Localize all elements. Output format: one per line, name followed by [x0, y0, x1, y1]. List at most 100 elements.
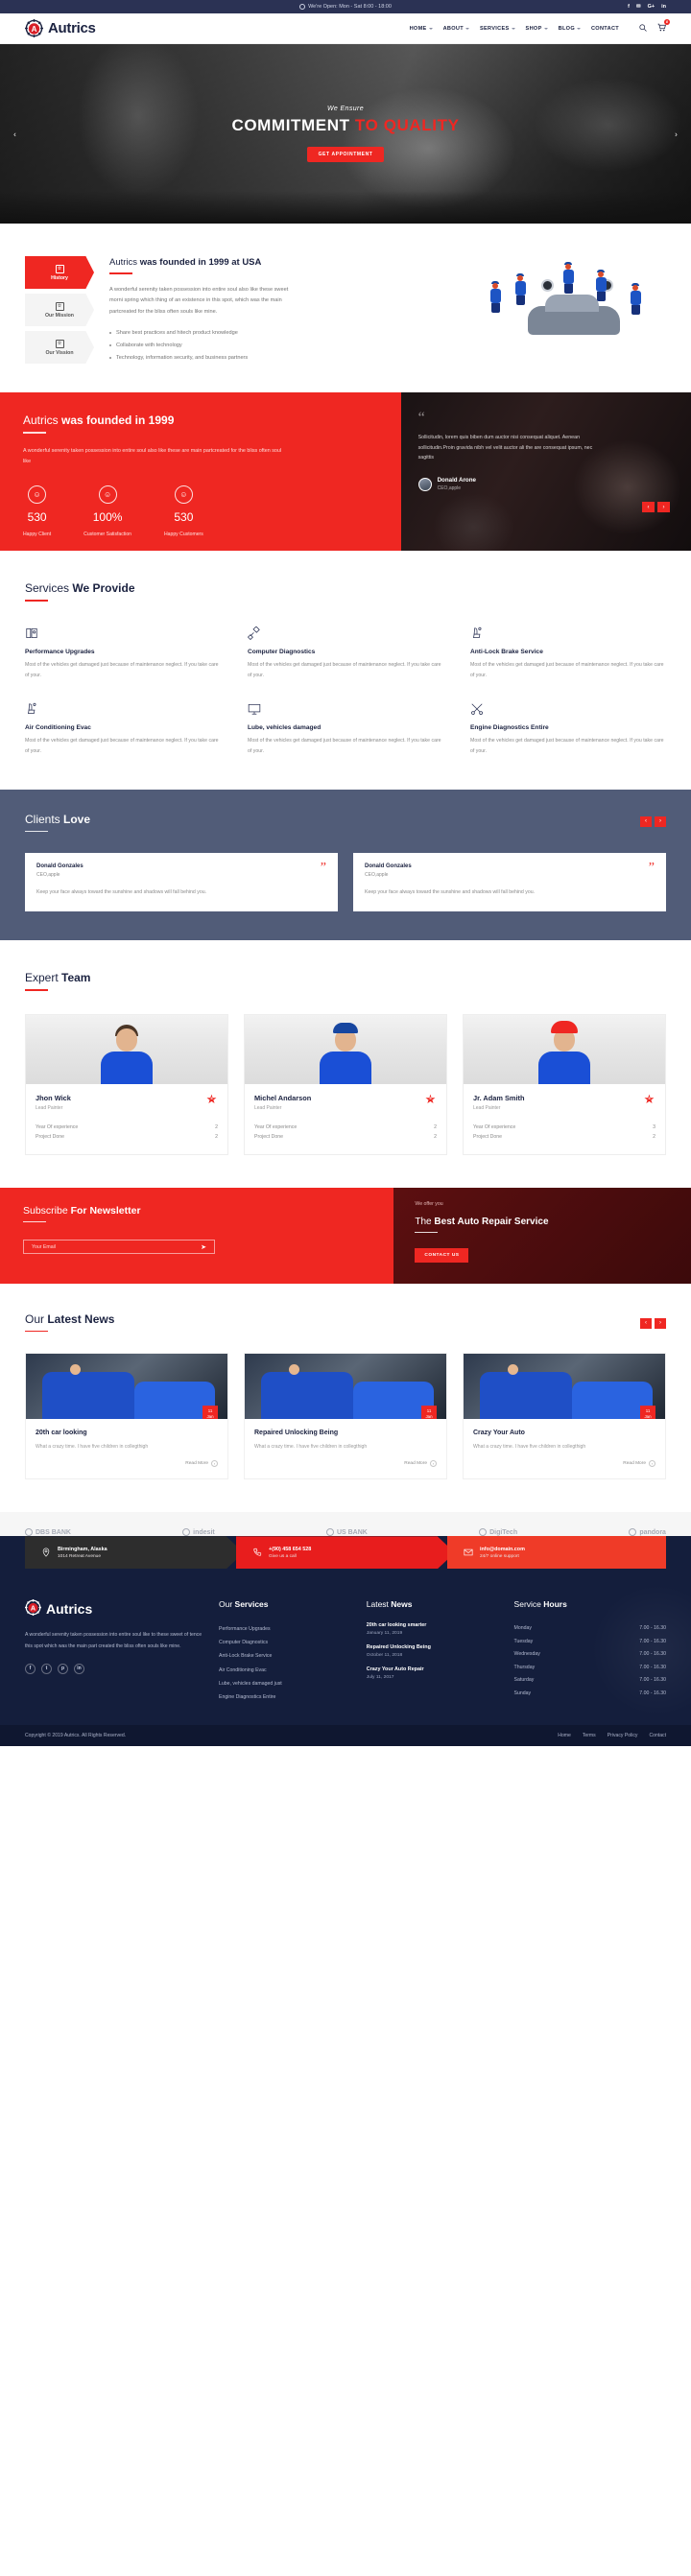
nav-item-about[interactable]: ABOUT: [443, 26, 469, 32]
news-badge-month: Jan: [644, 1413, 652, 1419]
about-tab-history[interactable]: History: [25, 256, 94, 289]
nav-item-home[interactable]: HOME: [410, 26, 433, 32]
nav-item-shop[interactable]: SHOP: [526, 26, 548, 32]
contact-phone-label: Give us a call: [269, 1553, 297, 1559]
nav-label: SERVICES: [479, 25, 510, 32]
footer-news-item[interactable]: Repaired Unlocking Being October 11, 201…: [367, 1644, 499, 1658]
testimonial-panel: “ Sollicitudin, lorem quis biben dum auc…: [400, 392, 691, 552]
offer-rule: [415, 1231, 439, 1234]
contact-us-button[interactable]: CONTACT US: [415, 1248, 469, 1264]
facebook-icon[interactable]: f: [628, 4, 630, 10]
footer-service-link[interactable]: Lube, vehicles damaged just: [219, 1677, 351, 1690]
contact-phone[interactable]: +(90) 458 654 528 Give us a call: [236, 1536, 455, 1570]
chevron-down-icon: [428, 27, 433, 30]
search-icon[interactable]: [639, 23, 647, 35]
nav-item-contact[interactable]: CONTACT: [591, 26, 619, 32]
services-grid: Performance Upgrades Most of the vehicle…: [25, 626, 666, 757]
footer-hours-time: 7.00 - 16.30: [639, 1677, 666, 1684]
hero-prev-arrow[interactable]: ‹: [10, 129, 20, 139]
clients-prev-button[interactable]: ‹: [640, 815, 652, 827]
twitter-icon[interactable]: t: [41, 1663, 52, 1674]
arrow-right-icon: ›: [211, 1460, 218, 1468]
news-read-more-link[interactable]: Read More ›: [254, 1460, 437, 1468]
service-card-air-conditioning-evac[interactable]: Air Conditioning Evac Most of the vehicl…: [25, 702, 221, 757]
footer-news-heading: Latest News: [367, 1599, 499, 1609]
stat-value: 530: [27, 509, 47, 524]
news-read-more-link[interactable]: Read More ›: [36, 1460, 218, 1468]
send-icon[interactable]: ➤: [201, 1243, 206, 1251]
news-thumbnail: 11 Jan: [245, 1354, 446, 1420]
news-card[interactable]: 11 Jan Repaired Unlocking Being What a c…: [244, 1353, 447, 1480]
about-bullet: Technology, information security, and bu…: [109, 352, 292, 365]
service-card-computer-diagnostics[interactable]: Computer Diagnostics Most of the vehicle…: [247, 626, 443, 681]
footer-service-link[interactable]: Engine Diagnostics Entire: [219, 1690, 351, 1704]
service-card-engine-diagnostics-entire[interactable]: Engine Diagnostics Entire Most of the ve…: [470, 702, 666, 757]
hero-next-arrow[interactable]: ›: [671, 129, 681, 139]
mechanic-figure: [628, 283, 643, 315]
nav-item-blog[interactable]: BLOG: [559, 26, 581, 32]
footer-link-home[interactable]: Home: [558, 1733, 571, 1738]
news-card[interactable]: 11 Jan Crazy Your Auto What a crazy time…: [463, 1353, 666, 1480]
cart-icon[interactable]: 0: [657, 18, 670, 35]
google-plus-icon[interactable]: G+: [648, 4, 655, 10]
contact-email[interactable]: info@domain.com 24/7 online support: [447, 1536, 666, 1570]
nav-item-services[interactable]: SERVICES: [480, 26, 515, 32]
testimonial-next-button[interactable]: ›: [657, 502, 670, 513]
clients-heading-light: Clients: [25, 812, 64, 826]
newsletter-panel: Subscribe For Newsletter ➤: [0, 1187, 394, 1284]
facebook-icon[interactable]: f: [25, 1663, 36, 1674]
clients-next-button[interactable]: ›: [655, 815, 666, 827]
footer-news-item[interactable]: Crazy Your Auto Repair July 11, 2017: [367, 1666, 499, 1680]
testimonial-prev-button[interactable]: ‹: [642, 502, 655, 513]
news-prev-button[interactable]: ‹: [640, 1317, 652, 1329]
news-read-more-link[interactable]: Read More ›: [473, 1460, 655, 1468]
footer-service-link[interactable]: Air Conditioning Evac: [219, 1664, 351, 1677]
team-member-card[interactable]: Jr. Adam Smith Lead Painter ★ 4 Year Of e…: [463, 1013, 666, 1155]
client-name: Donald Gonzales: [36, 863, 83, 870]
footer-link-contact[interactable]: Contact: [649, 1733, 666, 1738]
linkedin-icon[interactable]: in: [661, 4, 666, 10]
footer-brand[interactable]: A Autrics: [25, 1599, 203, 1619]
news-next-button[interactable]: ›: [655, 1317, 666, 1329]
news-date-badge: 11 Jan: [640, 1406, 655, 1420]
service-card-performance-upgrades[interactable]: Performance Upgrades Most of the vehicle…: [25, 626, 221, 681]
footer-link-privacy-policy[interactable]: Privacy Policy: [608, 1733, 638, 1738]
news-body: 20th car looking What a crazy time. I ha…: [26, 1419, 227, 1478]
team-member-card[interactable]: Jhon Wick Lead Painter ★ 4 Year Of experi…: [25, 1013, 228, 1155]
news-card[interactable]: 11 Jan 20th car looking What a crazy tim…: [25, 1353, 228, 1480]
brand-logo[interactable]: A Autrics: [25, 19, 96, 37]
news-title: Crazy Your Auto: [473, 1430, 525, 1437]
about-heading-bold: was founded in 1999 at USA: [139, 257, 262, 268]
footer-service-link[interactable]: Anti-Lock Brake Service: [219, 1649, 351, 1663]
footer-socials: f t p in: [25, 1663, 203, 1674]
about-body: Autrics was founded in 1999 at USA A won…: [109, 256, 468, 364]
pinterest-icon[interactable]: p: [58, 1663, 68, 1674]
news-heading-light: Our: [25, 1312, 48, 1326]
team-member-role: Lead Painter: [254, 1104, 282, 1111]
footer-service-link[interactable]: Performance Upgrades: [219, 1622, 351, 1636]
footer-news-item[interactable]: 20th car looking smarter January 11, 201…: [367, 1622, 499, 1636]
about-tab-vission[interactable]: Our Vission: [25, 331, 94, 364]
about-tab-mission[interactable]: Our Mission: [25, 294, 94, 326]
footer-news-date: July 11, 2017: [366, 1675, 394, 1681]
get-appointment-button[interactable]: GET APPOINTMENT: [306, 147, 385, 162]
stat-value: 100%: [92, 509, 123, 524]
services-heading-bold: We Provide: [72, 581, 135, 596]
hero-banner: ‹ › We Ensure COMMITMENT TO QUALITY GET …: [0, 44, 691, 224]
footer-service-link[interactable]: Computer Diagnostics: [219, 1636, 351, 1649]
footer-link-terms[interactable]: Terms: [583, 1733, 596, 1738]
linkedin-icon[interactable]: in: [74, 1663, 84, 1674]
email-input[interactable]: [32, 1243, 202, 1250]
team-member-card[interactable]: Michel Andarson Lead Painter ★ 5 Year Of …: [244, 1013, 447, 1155]
partner-name: pandora: [639, 1528, 666, 1536]
footer-hours-heading-light: Service: [513, 1599, 544, 1610]
contact-address[interactable]: Birmingham, Alaska 1014 Retreat Avenue: [25, 1536, 244, 1570]
service-title: Performance Upgrades: [25, 648, 95, 655]
read-more-label: Read More: [404, 1461, 427, 1467]
footer-hours-time: 7.00 - 16.30: [639, 1651, 666, 1658]
twitter-icon[interactable]: ✉: [636, 4, 641, 10]
clients-rule: [25, 830, 48, 833]
services-section: Services We Provide Performance Upgrades…: [0, 551, 691, 789]
service-card-lube-vehicles-damaged[interactable]: Lube, vehicles damaged Most of the vehic…: [248, 702, 443, 757]
service-card-anti-lock-brake-service[interactable]: Anti-Lock Brake Service Most of the vehi…: [470, 626, 666, 681]
